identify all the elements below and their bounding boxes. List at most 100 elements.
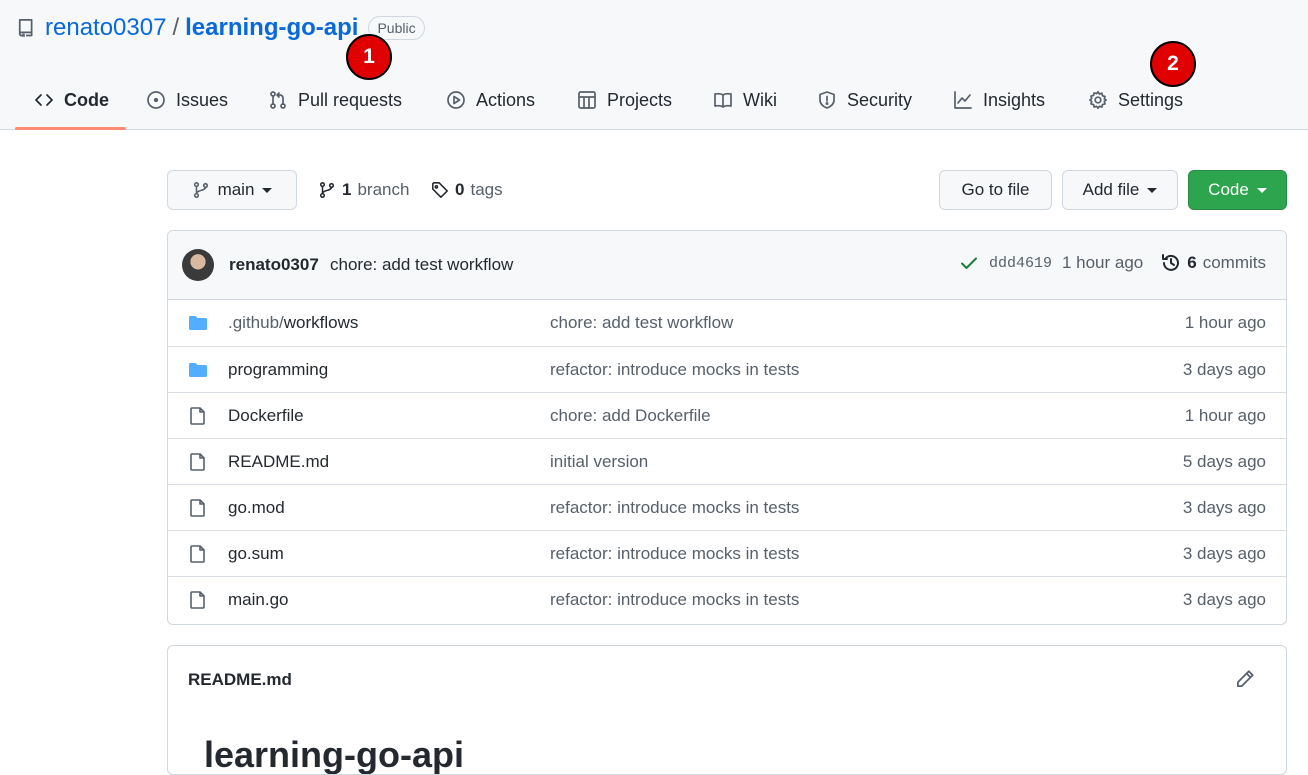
file-name-link[interactable]: go.sum (228, 544, 284, 564)
file-commit-message[interactable]: refactor: introduce mocks in tests (550, 544, 799, 564)
tab-label: Actions (476, 89, 536, 110)
file-age: 3 days ago (1182, 543, 1266, 563)
tab-security[interactable]: Security (817, 70, 912, 130)
pull-request-icon (270, 91, 286, 109)
tab-pull-requests[interactable]: Pull requests (268, 70, 402, 130)
repo-owner-link[interactable]: renato0307 (45, 14, 166, 42)
go-to-file-button[interactable]: Go to file (939, 170, 1052, 210)
tab-label: Issues (176, 89, 229, 110)
check-icon[interactable] (959, 253, 979, 273)
chevron-down-icon (1147, 187, 1158, 193)
file-age: 3 days ago (1182, 359, 1266, 379)
branch-icon (319, 182, 335, 198)
shield-icon (819, 91, 835, 109)
tab-label: Settings (1118, 89, 1184, 110)
tab-label: Pull requests (298, 89, 403, 110)
chevron-down-icon (1256, 187, 1267, 193)
folder-icon (189, 363, 207, 377)
branch-icon (193, 182, 208, 198)
file-commit-message[interactable]: chore: add test workflow (550, 313, 733, 333)
repo-header: renato0307 / learning-go-api Public Code… (0, 0, 1308, 130)
code-button-label: Code (1208, 180, 1249, 199)
repo-name-link[interactable]: learning-go-api (185, 14, 358, 42)
file-name-link[interactable]: main.go (228, 590, 288, 610)
add-file-button[interactable]: Add file (1062, 170, 1178, 210)
file-row[interactable]: go.sum refactor: introduce mocks in test… (168, 530, 1286, 576)
code-icon (35, 94, 53, 106)
tab-issues[interactable]: Issues (146, 70, 228, 130)
readme-title: README.md (188, 670, 292, 689)
avatar[interactable] (182, 249, 214, 281)
commit-sha-link[interactable]: ddd4619 (989, 255, 1052, 272)
book-icon (714, 92, 732, 108)
history-icon (1162, 254, 1180, 271)
file-row[interactable]: go.mod refactor: introduce mocks in test… (168, 484, 1286, 530)
code-dropdown-button[interactable]: Code (1188, 170, 1287, 210)
commit-time: 1 hour ago (1061, 253, 1144, 272)
branch-selector[interactable]: main (167, 170, 297, 210)
table-icon (578, 91, 596, 109)
commit-message-link[interactable]: chore: add test workflow (330, 255, 513, 275)
issue-icon (147, 91, 165, 109)
file-age: 1 hour ago (1184, 405, 1266, 425)
file-row[interactable]: README.md initial version 5 days ago (168, 438, 1286, 484)
tag-label: tags (470, 180, 503, 199)
graph-icon (954, 91, 972, 109)
tab-label: Wiki (743, 89, 777, 110)
file-name: workflows (283, 313, 359, 332)
file-name-link[interactable]: go.mod (228, 498, 285, 518)
file-row[interactable]: Dockerfile chore: add Dockerfile 1 hour … (168, 392, 1286, 438)
file-age: 3 days ago (1182, 589, 1266, 609)
branch-name: main (217, 180, 255, 199)
file-icon (190, 591, 205, 609)
branch-label: branch (357, 180, 410, 199)
tab-wiki[interactable]: Wiki (713, 70, 777, 130)
branches-link[interactable]: 1 branch (318, 170, 409, 210)
tab-actions[interactable]: Actions (446, 70, 535, 130)
file-row[interactable]: main.go refactor: introduce mocks in tes… (168, 576, 1286, 622)
commit-author-link[interactable]: renato0307 (229, 255, 319, 275)
tab-label: Code (64, 89, 109, 110)
file-icon (190, 545, 205, 563)
branch-count: 1 (342, 180, 352, 199)
annotation-marker-2: 2 (1150, 41, 1196, 87)
file-commit-message[interactable]: refactor: introduce mocks in tests (550, 590, 799, 610)
pencil-icon[interactable] (1234, 668, 1256, 690)
file-age: 5 days ago (1182, 451, 1266, 471)
tab-projects[interactable]: Projects (577, 70, 672, 130)
selected-tab-indicator (15, 127, 126, 130)
commit-meta: ddd4619 1 hour ago 6 commits (959, 253, 1266, 273)
file-commit-message[interactable]: initial version (550, 452, 648, 472)
tab-insights[interactable]: Insights (953, 70, 1045, 130)
file-path-prefix: .github/ (228, 313, 284, 332)
file-icon (190, 499, 205, 517)
file-row[interactable]: programming refactor: introduce mocks in… (168, 346, 1286, 392)
file-name-link[interactable]: programming (228, 360, 328, 380)
file-commit-message[interactable]: refactor: introduce mocks in tests (550, 360, 799, 380)
file-age: 3 days ago (1182, 497, 1266, 517)
tag-icon (432, 182, 448, 198)
file-browser: renato0307 chore: add test workflow ddd4… (167, 230, 1287, 625)
file-name-link[interactable]: Dockerfile (228, 406, 304, 426)
annotation-marker-1: 1 (346, 34, 392, 80)
tab-label: Insights (983, 89, 1046, 110)
gear-icon (1088, 90, 1108, 110)
commits-link[interactable]: 6 commits (1161, 253, 1266, 273)
repo-icon (16, 18, 36, 38)
file-row[interactable]: .github/workflows chore: add test workfl… (168, 300, 1286, 346)
file-icon (190, 453, 205, 471)
readme-panel: README.md learning-go-api (167, 645, 1287, 775)
file-icon (190, 407, 205, 425)
file-commit-message[interactable]: refactor: introduce mocks in tests (550, 498, 799, 518)
tags-link[interactable]: 0 tags (431, 170, 503, 210)
latest-commit-bar: renato0307 chore: add test workflow ddd4… (168, 231, 1286, 300)
tab-code[interactable]: Code (34, 70, 109, 130)
repo-separator: / (172, 14, 180, 41)
file-age: 1 hour ago (1184, 313, 1266, 332)
play-icon (447, 91, 465, 109)
file-name-link[interactable]: README.md (228, 452, 329, 472)
chevron-down-icon (262, 187, 273, 193)
commit-count: 6 (1187, 253, 1197, 272)
file-name-link[interactable]: .github/workflows (228, 313, 358, 333)
file-commit-message[interactable]: chore: add Dockerfile (550, 406, 711, 426)
